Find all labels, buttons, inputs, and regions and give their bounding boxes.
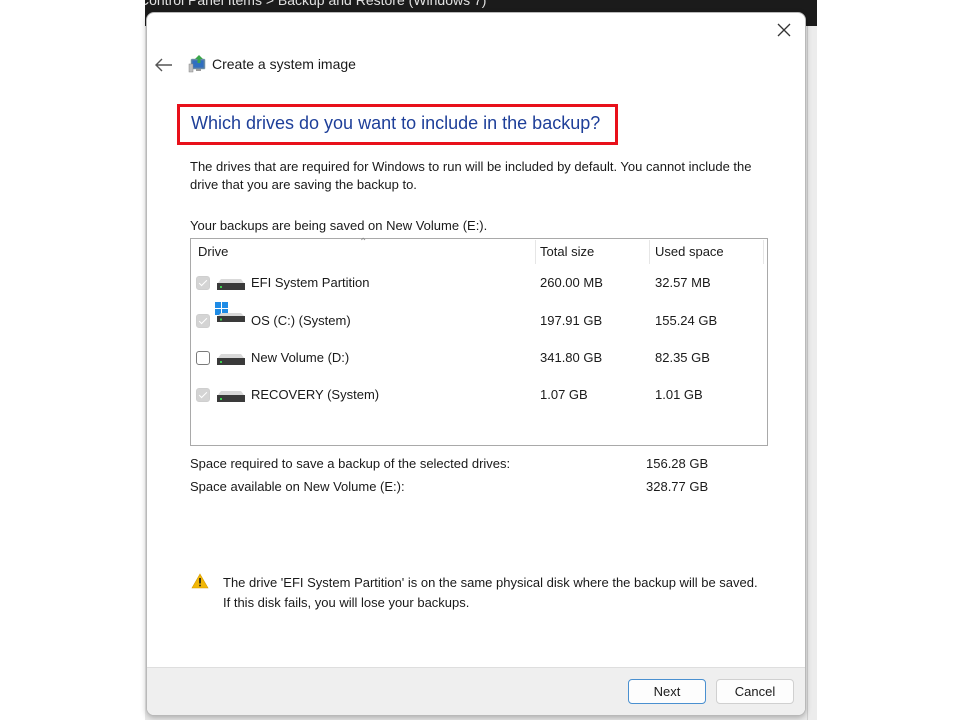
- drive-total-size: 1.07 GB: [540, 387, 588, 402]
- backup-destination-text: Your backups are being saved on New Volu…: [190, 218, 488, 233]
- background-breadcrumb: Control Panel Items > Backup and Restore…: [145, 0, 487, 8]
- drive-checkbox-recovery: [196, 388, 210, 402]
- drive-used-space: 1.01 GB: [655, 387, 703, 402]
- system-image-backup-icon: [188, 55, 206, 73]
- drive-checkbox-new-volume-d[interactable]: [196, 351, 210, 365]
- drive-list: ⌃ Drive Total size Used space EFI System…: [190, 237, 768, 446]
- drive-row-recovery[interactable]: RECOVERY (System) 1.07 GB 1.01 GB: [191, 382, 767, 412]
- drive-icon: [217, 354, 245, 365]
- background-window-edge: [807, 26, 817, 720]
- drive-name: OS (C:) (System): [251, 313, 351, 328]
- column-header-used-space[interactable]: Used space: [655, 244, 724, 259]
- next-button[interactable]: Next: [628, 679, 706, 704]
- create-system-image-dialog: Create a system image Which drives do yo…: [146, 12, 806, 716]
- drive-icon: [217, 391, 245, 402]
- space-required-value: 156.28 GB: [646, 456, 709, 471]
- warning-icon: [191, 573, 209, 589]
- drive-row-efi[interactable]: EFI System Partition 260.00 MB 32.57 MB: [191, 270, 767, 300]
- drive-icon: [217, 279, 245, 290]
- dialog-title: Create a system image: [212, 56, 356, 72]
- column-header-total-size[interactable]: Total size: [540, 244, 594, 259]
- close-button[interactable]: [771, 17, 797, 43]
- drive-row-new-volume-d[interactable]: New Volume (D:) 341.80 GB 82.35 GB: [191, 345, 767, 375]
- space-available-label: Space available on New Volume (E:):: [190, 479, 405, 494]
- drive-name: New Volume (D:): [251, 350, 350, 365]
- back-button[interactable]: [153, 55, 175, 75]
- page-heading: Which drives do you want to include in t…: [191, 113, 601, 133]
- drive-used-space: 82.35 GB: [655, 350, 710, 365]
- drive-used-space: 32.57 MB: [655, 275, 711, 290]
- space-available-value: 328.77 GB: [646, 479, 709, 494]
- column-divider[interactable]: [535, 240, 536, 264]
- warning-message: The drive 'EFI System Partition' is on t…: [223, 575, 758, 610]
- drive-checkbox-efi: [196, 276, 210, 290]
- drive-row-os-c[interactable]: OS (C:) (System) 197.91 GB 155.24 GB: [191, 302, 767, 338]
- drive-total-size: 341.80 GB: [540, 350, 603, 365]
- drive-name: EFI System Partition: [251, 275, 370, 290]
- drive-name: RECOVERY (System): [251, 387, 380, 402]
- drive-total-size: 197.91 GB: [540, 313, 603, 328]
- column-divider[interactable]: [763, 240, 764, 264]
- space-required-label: Space required to save a backup of the s…: [190, 456, 511, 471]
- dialog-footer: Next Cancel: [147, 667, 805, 715]
- drive-used-space: 155.24 GB: [655, 313, 718, 328]
- description-text: The drives that are required for Windows…: [190, 159, 752, 192]
- back-arrow-icon: [155, 58, 172, 72]
- column-header-drive[interactable]: Drive: [198, 244, 228, 259]
- cancel-button[interactable]: Cancel: [716, 679, 794, 704]
- close-icon: [777, 23, 791, 37]
- sort-ascending-icon: ⌃: [359, 237, 368, 248]
- windows-drive-icon: [215, 302, 245, 322]
- column-divider[interactable]: [649, 240, 650, 264]
- drive-total-size: 260.00 MB: [540, 275, 603, 290]
- drive-checkbox-os-c: [196, 314, 210, 328]
